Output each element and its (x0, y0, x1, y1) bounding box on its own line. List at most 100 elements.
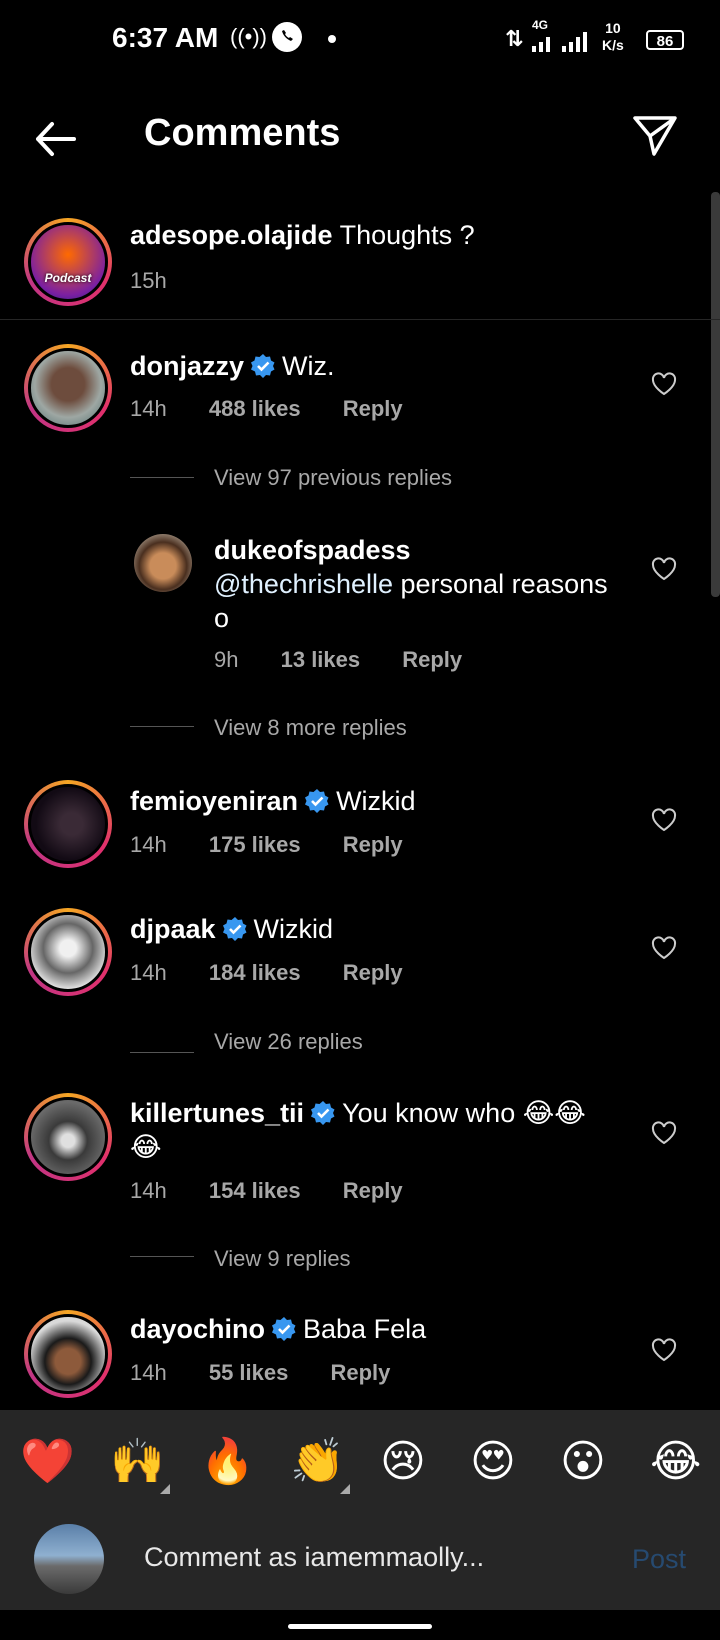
network-speed: 10 K/s (602, 20, 624, 54)
view-replies-line (130, 1256, 194, 1257)
heart-icon[interactable] (650, 1336, 678, 1364)
comment-body: Baba Fela (303, 1314, 427, 1344)
reply-body-line2: o (214, 603, 230, 633)
comment-meta: 14h 55 likes Reply (130, 1360, 390, 1386)
reply-time: 9h (214, 647, 239, 672)
reply-button[interactable]: Reply (330, 1360, 390, 1385)
reply-username[interactable]: dukeofspadess (214, 533, 624, 567)
reply-button[interactable]: Reply (402, 647, 462, 672)
divider (0, 319, 720, 320)
comment-likes[interactable]: 184 likes (209, 960, 301, 985)
emoji-laughing[interactable]: 😂 (650, 1438, 701, 1486)
comment-meta: 14h 184 likes Reply (130, 960, 403, 986)
comment-time: 14h (130, 1178, 167, 1203)
emoji-quick-bar: ❤️ 🙌 🔥 👏 😢 😍 😮 😂 (0, 1410, 720, 1510)
comment-body: Wizkid (336, 786, 416, 816)
comment-text: killertunes_tii You know who 😂😂 😂 (130, 1096, 610, 1164)
comment-likes[interactable]: 488 likes (209, 396, 301, 421)
view-replies-button[interactable]: View 9 replies (214, 1246, 351, 1272)
comment-body: You know who 😂😂 (342, 1098, 586, 1128)
post-button[interactable]: Post (632, 1544, 686, 1575)
avatar-logo-text: Podcast (44, 271, 92, 285)
emoji-heart[interactable]: ❤️ (20, 1438, 75, 1486)
verified-badge-icon (305, 789, 329, 813)
send-icon[interactable] (630, 110, 680, 160)
view-replies-button[interactable]: View 97 previous replies (214, 465, 452, 491)
comment-username[interactable]: killertunes_tii (130, 1098, 304, 1128)
back-arrow-icon[interactable] (30, 114, 80, 164)
reply-likes[interactable]: 13 likes (281, 647, 361, 672)
comment-text: dayochino Baba Fela (130, 1312, 426, 1346)
avatar[interactable]: Podcast (24, 218, 112, 306)
comment-likes[interactable]: 55 likes (209, 1360, 289, 1385)
network-speed-unit: K/s (602, 37, 624, 53)
reply-button[interactable]: Reply (343, 1178, 403, 1203)
verified-badge-icon (311, 1101, 335, 1125)
page-title: Comments (144, 112, 341, 154)
comment-likes[interactable]: 175 likes (209, 832, 301, 857)
reply-button[interactable]: Reply (343, 960, 403, 985)
comment-input[interactable]: Comment as iamemmaolly... (144, 1542, 484, 1573)
avatar[interactable] (24, 1093, 112, 1181)
reply-button[interactable]: Reply (343, 396, 403, 421)
view-replies-line (130, 477, 194, 478)
heart-icon[interactable] (650, 1119, 678, 1147)
emoji-heart-eyes[interactable]: 😍 (470, 1438, 516, 1486)
comment-meta: 14h 488 likes Reply (130, 396, 403, 422)
comment-time: 14h (130, 960, 167, 985)
emoji-clap[interactable]: 👏 (290, 1438, 345, 1486)
verified-badge-icon (222, 917, 247, 941)
notification-dot-icon (328, 35, 336, 43)
view-replies-button[interactable]: View 26 replies (214, 1029, 363, 1055)
home-indicator[interactable] (288, 1624, 432, 1629)
comment-body-line2: 😂 (130, 1132, 162, 1162)
status-bar: 6:37 AM ((•)) ⇅ 4G 10 K/s 86 (0, 0, 720, 80)
battery-icon: 86 (646, 30, 684, 50)
heart-icon[interactable] (650, 370, 678, 398)
status-time: 6:37 AM (112, 22, 219, 53)
comment-likes[interactable]: 154 likes (209, 1178, 301, 1203)
avatar[interactable] (24, 1310, 112, 1398)
emoji-fire[interactable]: 🔥 (200, 1438, 255, 1486)
avatar[interactable] (134, 534, 192, 592)
skin-tone-indicator-icon (160, 1484, 170, 1494)
comment-text: donjazzy Wiz. (130, 349, 335, 383)
network-speed-value: 10 (605, 20, 621, 36)
hotspot-icon: ((•)) (230, 24, 268, 49)
emoji-surprised[interactable]: 😮 (560, 1438, 606, 1486)
reply-button[interactable]: Reply (343, 832, 403, 857)
heart-icon[interactable] (650, 934, 678, 962)
data-transfer-icon: ⇅ (505, 26, 524, 51)
comment-username[interactable]: femioyeniran (130, 786, 298, 816)
emoji-raised-hands[interactable]: 🙌 (110, 1438, 165, 1486)
caption-time: 15h (130, 268, 167, 293)
comment-username[interactable]: donjazzy (130, 351, 244, 381)
avatar[interactable] (24, 344, 112, 432)
view-replies-line (130, 1052, 194, 1053)
mention-link[interactable]: @thechrishelle (214, 569, 393, 599)
scrollbar[interactable] (711, 192, 720, 597)
skin-tone-indicator-icon (340, 1484, 350, 1494)
view-replies-line (130, 726, 194, 727)
heart-icon[interactable] (650, 555, 678, 583)
avatar[interactable] (24, 780, 112, 868)
caption-body: Thoughts ? (339, 220, 475, 250)
comment-meta: 14h 175 likes Reply (130, 832, 403, 858)
comment-text: djpaak Wizkid (130, 912, 333, 946)
avatar[interactable] (24, 908, 112, 996)
comment-username[interactable]: djpaak (130, 914, 216, 944)
emoji-crying[interactable]: 😢 (380, 1438, 426, 1486)
caption-text: adesope.olajide Thoughts ? (130, 218, 475, 252)
comment-body: Wizkid (253, 914, 334, 944)
comment-time: 14h (130, 1360, 167, 1385)
comment-time: 14h (130, 832, 167, 857)
reply-meta: 9h 13 likes Reply (214, 647, 462, 673)
reply-body: personal reasons (393, 569, 608, 599)
user-avatar[interactable] (34, 1524, 104, 1594)
comment-username[interactable]: dayochino (130, 1314, 265, 1344)
view-more-replies-button[interactable]: View 8 more replies (214, 715, 407, 741)
caption-username[interactable]: adesope.olajide (130, 220, 333, 250)
heart-icon[interactable] (650, 806, 678, 834)
verified-badge-icon (251, 354, 275, 378)
signal-icon (532, 32, 587, 52)
